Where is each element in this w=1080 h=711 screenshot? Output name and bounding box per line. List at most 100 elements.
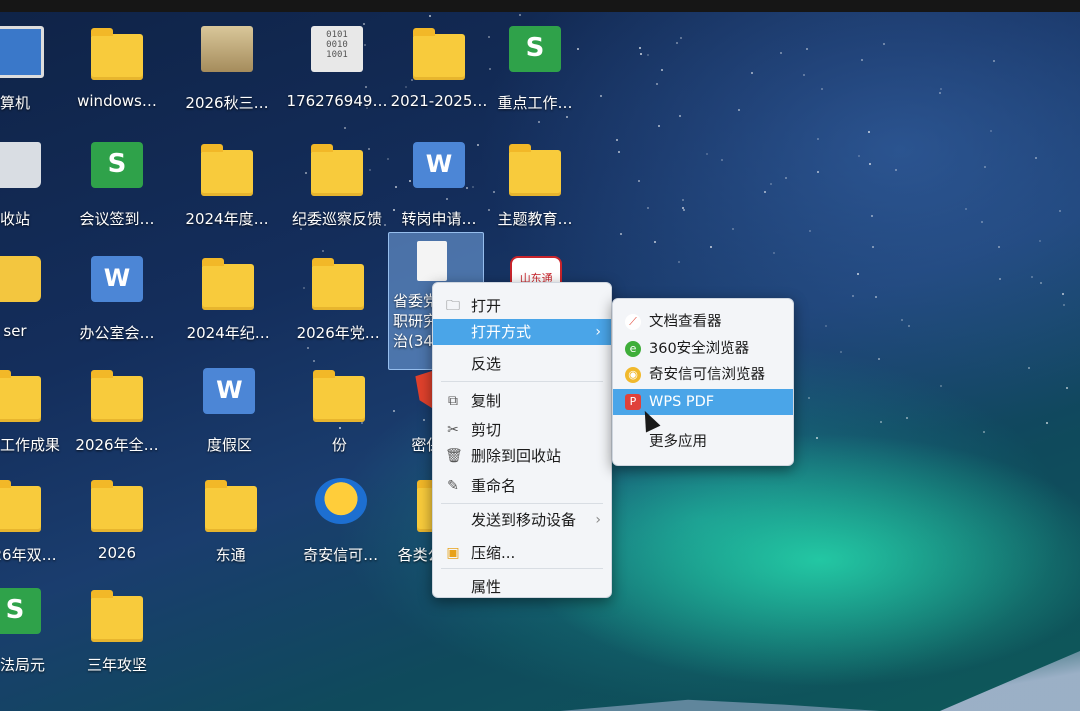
menu-item-cut[interactable]: ✂ 剪切 bbox=[433, 417, 611, 443]
folder-icon bbox=[91, 590, 143, 642]
submenu-item-wps-pdf[interactable]: P WPS PDF bbox=[613, 389, 793, 415]
folder-open-icon: 🗀 bbox=[446, 298, 460, 314]
menu-item-compress-label: 压缩... bbox=[471, 544, 516, 562]
desktop-icon-label: 东通 bbox=[215, 546, 246, 564]
browser-icon bbox=[0, 256, 41, 302]
menu-item-open-with-label: 打开方式 bbox=[471, 323, 532, 341]
desktop-icon[interactable]: ser bbox=[0, 250, 70, 350]
desktop-icon[interactable]: 算机 bbox=[0, 20, 70, 120]
menu-item-open[interactable]: 🗀 打开 bbox=[433, 293, 611, 319]
monitor-bezel bbox=[0, 0, 1080, 12]
desktop-icon[interactable]: 2026年全… bbox=[62, 362, 172, 462]
desktop-icon-label: 份 bbox=[331, 436, 347, 454]
menu-separator bbox=[441, 568, 603, 569]
folder-icon bbox=[91, 370, 143, 422]
desktop-icon[interactable]: 主题教育… bbox=[480, 136, 590, 236]
desktop-icon-label: 纪委巡察反馈 bbox=[291, 210, 382, 228]
submenu-item-qax-browser-label: 奇安信可信浏览器 bbox=[649, 367, 765, 383]
open-with-submenu: ⟋ 文档查看器 e 360安全浏览器 ◉ 奇安信可信浏览器 P WPS PDF … bbox=[612, 298, 794, 466]
desktop-icon[interactable]: 纪委巡察反馈 bbox=[282, 136, 392, 236]
menu-item-invert-selection[interactable]: 反选 bbox=[433, 351, 611, 377]
menu-item-copy[interactable]: ⧉ 复制 bbox=[433, 388, 611, 414]
desktop-icon-label: 2026年党… bbox=[296, 324, 380, 342]
menu-item-properties[interactable]: 属性 bbox=[433, 577, 611, 597]
submenu-item-qax-browser[interactable]: ◉ 奇安信可信浏览器 bbox=[613, 362, 793, 388]
qax-browser-icon: ◉ bbox=[625, 367, 641, 383]
scissors-icon: ✂ bbox=[447, 422, 459, 438]
submenu-item-more-apps[interactable]: 更多应用 bbox=[613, 429, 793, 455]
doc-viewer-icon: ⟋ bbox=[625, 314, 641, 330]
folder-icon bbox=[91, 480, 143, 532]
submenu-item-wps-pdf-label: WPS PDF bbox=[649, 394, 715, 410]
desktop-icon-label: 执法局元 bbox=[0, 656, 45, 674]
desktop-icon[interactable]: W 办公室会… bbox=[62, 250, 172, 350]
wps-pdf-icon: P bbox=[625, 394, 641, 410]
menu-item-open-label: 打开 bbox=[471, 297, 502, 315]
menu-item-delete-label: 删除到回收站 bbox=[471, 447, 562, 465]
image-thumbnail-icon bbox=[201, 26, 253, 72]
desktop-icon-label: 会议签到… bbox=[79, 210, 155, 228]
menu-item-cut-label: 剪切 bbox=[471, 421, 502, 439]
folder-icon bbox=[91, 28, 143, 80]
desktop-icon[interactable]: 份 bbox=[284, 362, 394, 462]
desktop-icon[interactable]: W 度假区 bbox=[174, 362, 284, 462]
desktop-icon[interactable]: 每月工作成果 bbox=[0, 362, 70, 462]
menu-item-rename[interactable]: ✎ 重命名 bbox=[433, 473, 611, 499]
desktop-icon[interactable]: windows… bbox=[62, 20, 172, 120]
submenu-item-360-browser-label: 360安全浏览器 bbox=[649, 341, 750, 357]
menu-separator bbox=[441, 503, 603, 504]
desktop-icon-label: 主题教育… bbox=[497, 210, 573, 228]
desktop-icon[interactable]: 2026 bbox=[62, 472, 172, 572]
menu-item-send-to-device[interactable]: 发送到移动设备 › bbox=[433, 507, 611, 533]
submenu-item-doc-viewer[interactable]: ⟋ 文档查看器 bbox=[613, 309, 793, 335]
desktop-icon[interactable]: 2024年纪… bbox=[173, 250, 283, 350]
menu-item-open-with[interactable]: 打开方式 › bbox=[433, 319, 611, 345]
computer-icon bbox=[0, 26, 44, 78]
desktop-icon-label: 2024年纪… bbox=[186, 324, 270, 342]
word-document-icon: W bbox=[91, 256, 143, 302]
desktop-icon-label: 2024年度… bbox=[185, 210, 269, 228]
menu-item-compress[interactable]: ▣ 压缩... bbox=[433, 540, 611, 566]
desktop-icon[interactable]: 2021-2025… bbox=[384, 20, 494, 120]
desktop-icon-label: 转岗申请… bbox=[401, 210, 477, 228]
submenu-item-more-apps-label: 更多应用 bbox=[649, 434, 707, 450]
word-document-icon: W bbox=[203, 368, 256, 414]
desktop-icon[interactable]: 0101 0010 1001 176276949… bbox=[282, 20, 392, 120]
context-menu: 🗀 打开 打开方式 › 反选 ⧉ 复制 ✂ 剪切 🗑 删除到回收站 ✎ 重命名 … bbox=[432, 282, 612, 598]
menu-item-invert-selection-label: 反选 bbox=[471, 355, 502, 373]
desktop-icon[interactable]: 三年攻坚 bbox=[62, 582, 172, 682]
desktop-icon[interactable]: 收站 bbox=[0, 136, 70, 236]
menu-item-send-to-device-label: 发送到移动设备 bbox=[471, 511, 577, 529]
qax-browser-icon bbox=[314, 478, 367, 524]
desktop-icon[interactable]: 奇安信可… bbox=[286, 472, 396, 572]
desktop-icon[interactable]: S 重点工作… bbox=[480, 20, 590, 120]
pencil-icon: ✎ bbox=[447, 478, 459, 494]
desktop-icon-label: 176276949… bbox=[286, 92, 388, 110]
trash-icon: 🗑 bbox=[445, 448, 463, 464]
desktop-icon-label: windows… bbox=[77, 92, 157, 110]
desktop-icon[interactable]: 2026年双… bbox=[0, 472, 70, 572]
folder-icon bbox=[201, 144, 253, 196]
menu-separator bbox=[441, 381, 603, 382]
folder-icon bbox=[509, 144, 561, 196]
menu-item-delete[interactable]: 🗑 删除到回收站 bbox=[433, 443, 611, 469]
desktop-icon-label: 收站 bbox=[0, 210, 30, 228]
desktop-icon-label: 度假区 bbox=[206, 436, 252, 454]
folder-icon bbox=[204, 480, 257, 532]
archive-icon: ▣ bbox=[446, 545, 460, 561]
desktop-icon[interactable]: 2026秋三… bbox=[172, 20, 282, 120]
menu-item-properties-label: 属性 bbox=[471, 578, 502, 596]
desktop-icon[interactable]: 东通 bbox=[176, 472, 286, 572]
folder-icon bbox=[311, 144, 363, 196]
desktop-icon-label: 每月工作成果 bbox=[0, 436, 60, 454]
desktop-icon[interactable]: S 会议签到… bbox=[62, 136, 172, 236]
menu-item-copy-label: 复制 bbox=[471, 392, 502, 410]
desktop-icon[interactable]: W 转岗申请… bbox=[384, 136, 494, 236]
submenu-item-360-browser[interactable]: e 360安全浏览器 bbox=[613, 336, 793, 362]
desktop-icon[interactable]: S 执法局元 bbox=[0, 582, 70, 682]
folder-icon bbox=[0, 370, 41, 422]
desktop-icon[interactable]: 2024年度… bbox=[172, 136, 282, 236]
desktop-icon-label: ser bbox=[3, 322, 27, 340]
pdf-thumbnail-icon bbox=[417, 241, 447, 281]
desktop-icon[interactable]: 2026年党… bbox=[283, 250, 393, 350]
